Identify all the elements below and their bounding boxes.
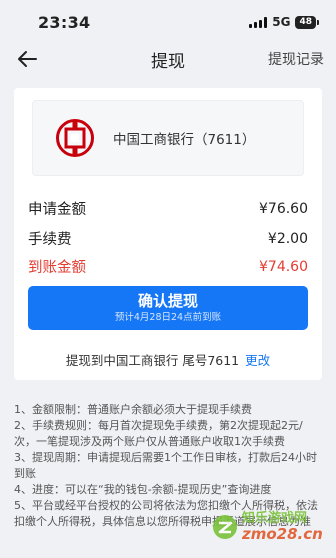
change-account-link[interactable]: 更改 — [245, 353, 270, 368]
received-amount-row: 到账金额 ¥74.60 — [28, 256, 308, 277]
fee-row: 手续费 ¥2.00 — [28, 228, 308, 249]
signal-icon — [249, 16, 268, 28]
confirm-withdraw-label: 确认提现 — [137, 292, 198, 310]
bank-account-selector[interactable]: 中国工商银行（7611） — [32, 100, 304, 176]
fee-label: 手续费 — [28, 232, 72, 248]
apply-amount-value: ¥76.60 — [259, 200, 308, 217]
page-title: 提现 — [151, 51, 185, 72]
withdraw-history-link[interactable]: 提现记录 — [268, 49, 324, 69]
apply-amount-row: 申请金额 ¥76.60 — [28, 198, 308, 219]
apply-amount-label: 申请金额 — [28, 202, 86, 218]
watermark-logo-icon — [213, 515, 237, 539]
fee-value: ¥2.00 — [267, 230, 308, 247]
status-bar: 23:34 5G 48 — [0, 0, 336, 44]
arrow-left-icon[interactable] — [16, 48, 38, 70]
network-type: 5G — [272, 15, 291, 29]
watermark-bottom: zmo28.cn — [242, 524, 323, 543]
rule-item: 3、提现周期：申请提现后需要1个工作日审核，打款后24小时到账 — [14, 451, 317, 480]
watermark: 知乐游戏网 zmo28.cn — [212, 500, 330, 554]
withdraw-target-text: 提现到中国工商银行 尾号7611 — [65, 353, 240, 368]
rule-item: 4、进度：可以在“我的钱包-余额-提现历史”查询进度 — [14, 483, 272, 496]
received-amount-value: ¥74.60 — [259, 258, 308, 275]
icbc-logo-icon — [56, 119, 94, 157]
battery-icon: 48 — [295, 15, 319, 29]
withdraw-card: 中国工商银行（7611） 申请金额 ¥76.60 手续费 ¥2.00 到账金额 … — [14, 88, 322, 380]
arrival-estimate: 预计4月28日24点前到账 — [114, 312, 222, 323]
confirm-withdraw-button[interactable]: 确认提现 预计4月28日24点前到账 — [28, 286, 308, 330]
received-amount-label: 到账金额 — [28, 260, 86, 276]
rule-item: 2、手续费规则：每月首次提现免手续费，第2次提现起2元/次，一笔提现涉及两个账户… — [14, 419, 303, 448]
rule-item: 1、金额限制：普通账户余额必须大于提现手续费 — [14, 403, 252, 416]
nav-bar: 提现 提现记录 — [0, 44, 336, 74]
status-indicators: 5G 48 — [249, 15, 319, 29]
watermark-text: 知乐游戏网 zmo28.cn — [242, 510, 323, 543]
status-time: 23:34 — [38, 12, 91, 32]
withdraw-target: 提现到中国工商银行 尾号7611 更改 — [14, 350, 322, 369]
bank-name: 中国工商银行（7611） — [113, 132, 256, 148]
watermark-top: 知乐游戏网 — [242, 510, 308, 526]
